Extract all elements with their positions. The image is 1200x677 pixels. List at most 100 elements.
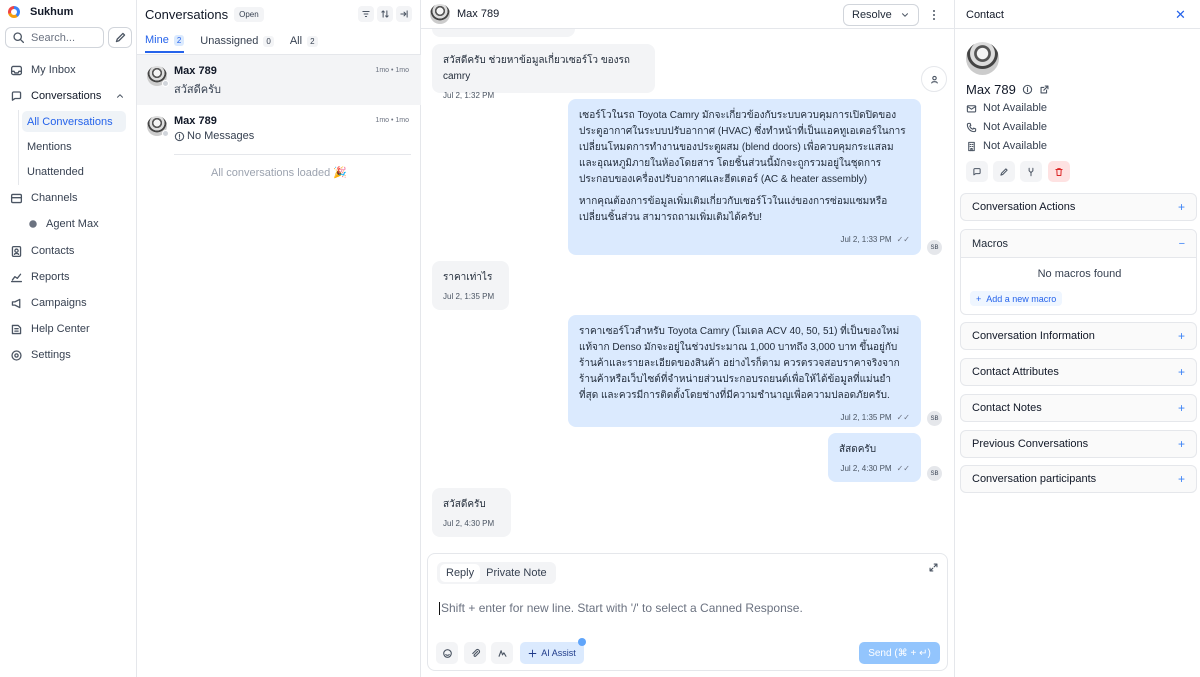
status-badge[interactable]: Open bbox=[234, 7, 264, 22]
info-icon[interactable] bbox=[1022, 84, 1033, 95]
contact-name: Max 789 bbox=[174, 65, 217, 77]
nav-label: Help Center bbox=[31, 323, 90, 335]
ai-assist-button[interactable]: AI Assist bbox=[520, 642, 584, 664]
nav-label: My Inbox bbox=[31, 64, 76, 76]
message-time: Jul 2, 1:35 PM bbox=[840, 413, 892, 422]
expand-button[interactable] bbox=[928, 562, 939, 573]
nav-label: Agent Max bbox=[46, 218, 99, 230]
section-conversation-information[interactable]: Conversation Information + bbox=[960, 322, 1197, 350]
add-macro-label: Add a new macro bbox=[986, 293, 1057, 304]
plus-icon: + bbox=[1177, 472, 1185, 486]
nav-unattended[interactable]: Unattended bbox=[22, 161, 126, 182]
nav-help-center[interactable]: Help Center bbox=[0, 318, 137, 340]
collapse-icon bbox=[400, 10, 408, 18]
nav-agent-max[interactable]: Agent Max bbox=[0, 213, 137, 235]
nav-campaigns[interactable]: Campaigns bbox=[0, 292, 137, 314]
filter-button[interactable] bbox=[358, 6, 374, 22]
edit-contact-button[interactable] bbox=[993, 161, 1015, 182]
nav-settings[interactable]: Settings bbox=[0, 344, 137, 366]
section-previous-conversations[interactable]: Previous Conversations + bbox=[960, 430, 1197, 458]
subnav-line bbox=[18, 110, 19, 185]
delete-contact-button[interactable] bbox=[1048, 161, 1070, 182]
search-icon bbox=[13, 32, 25, 44]
message-text: เซอร์โวในรถ Toyota Camry มักจะเกี่ยวข้อง… bbox=[579, 110, 906, 185]
send-button[interactable]: Send (⌘ + ↵) bbox=[859, 642, 940, 664]
section-conversation-participants[interactable]: Conversation participants + bbox=[960, 465, 1197, 493]
section-conversation-actions[interactable]: Conversation Actions + bbox=[960, 193, 1197, 221]
conversation-item[interactable]: Max 789 สวัสดีครับ 1mo • 1mo bbox=[137, 55, 421, 105]
nav-conversations[interactable]: Conversations bbox=[0, 85, 137, 107]
tab-label: Unassigned bbox=[200, 35, 259, 47]
message-text: ราคาเท่าไร bbox=[443, 272, 493, 283]
presence-dot bbox=[162, 130, 169, 137]
collapse-button[interactable] bbox=[396, 6, 412, 22]
message-meta: Jul 2, 4:30 PM bbox=[443, 516, 500, 532]
message-input[interactable]: Shift + enter for new line. Start with '… bbox=[439, 601, 803, 616]
tab-unassigned[interactable]: Unassigned 0 bbox=[200, 34, 274, 53]
nav-label: Conversations bbox=[31, 90, 102, 102]
signature-button[interactable] bbox=[491, 642, 513, 664]
book-icon bbox=[11, 324, 22, 334]
tab-private-note[interactable]: Private Note bbox=[480, 564, 553, 582]
tab-reply[interactable]: Reply bbox=[440, 564, 481, 582]
close-icon[interactable]: ✕ bbox=[1175, 7, 1186, 23]
section-contact-attributes[interactable]: Contact Attributes + bbox=[960, 358, 1197, 386]
nav-my-inbox[interactable]: My Inbox bbox=[0, 59, 137, 81]
compose-button[interactable] bbox=[108, 27, 132, 48]
tab-count: 0 bbox=[263, 35, 274, 47]
message-preview-row: No Messages bbox=[174, 130, 254, 142]
sort-icon bbox=[381, 10, 389, 18]
nav-mentions[interactable]: Mentions bbox=[22, 136, 126, 157]
user-icon bbox=[930, 75, 938, 83]
tab-all[interactable]: All 2 bbox=[290, 34, 318, 53]
attach-button[interactable] bbox=[464, 642, 486, 664]
chat-bubble-icon bbox=[11, 90, 22, 101]
contact-details-toggle[interactable] bbox=[921, 66, 947, 92]
message-outgoing: เซอร์โวในรถ Toyota Camry มักจะเกี่ยวข้อง… bbox=[568, 99, 921, 255]
chat-contact-name[interactable]: Max 789 bbox=[457, 8, 499, 20]
tab-mine[interactable]: Mine 2 bbox=[145, 34, 185, 53]
message-incoming: ราคาเท่าไร Jul 2, 1:35 PM bbox=[432, 261, 509, 310]
section-title: Contact Notes bbox=[972, 402, 1042, 414]
contact-name-row: Max 789 bbox=[966, 82, 1050, 97]
add-macro-button[interactable]: + Add a new macro bbox=[970, 291, 1063, 306]
merge-contact-button[interactable] bbox=[1020, 161, 1042, 182]
agent-avatar: SB bbox=[927, 411, 942, 426]
contact-company: Not Available bbox=[966, 140, 1047, 152]
sparkle-icon bbox=[528, 649, 537, 657]
list-header: Conversations Open bbox=[145, 7, 264, 22]
macros-header[interactable]: Macros − bbox=[961, 230, 1196, 258]
input-placeholder: Shift + enter for new line. Start with '… bbox=[441, 601, 803, 615]
message-preview: สวัสดีครับ bbox=[174, 84, 221, 96]
account-name: Sukhum bbox=[30, 6, 74, 18]
search-box[interactable]: Search... bbox=[5, 27, 104, 48]
message-time: Jul 2, 1:33 PM bbox=[840, 235, 892, 244]
section-title: Macros bbox=[972, 237, 1009, 250]
section-title: Contact Attributes bbox=[972, 366, 1059, 378]
more-options-button[interactable] bbox=[928, 8, 940, 22]
nav-reports[interactable]: Reports bbox=[0, 266, 137, 288]
nav-contacts[interactable]: Contacts bbox=[0, 240, 137, 262]
phone-icon bbox=[966, 122, 977, 132]
conversation-item[interactable]: Max 789 No Messages 1mo • 1mo bbox=[137, 105, 421, 155]
contact-name: Max 789 bbox=[174, 115, 217, 127]
emoji-button[interactable] bbox=[436, 642, 458, 664]
avatar[interactable] bbox=[430, 4, 450, 24]
section-contact-notes[interactable]: Contact Notes + bbox=[960, 394, 1197, 422]
sort-button[interactable] bbox=[377, 6, 393, 22]
sidebar: Sukhum Search... My Inbox Conversations … bbox=[0, 0, 137, 677]
chat-bubble-icon bbox=[973, 167, 981, 175]
nav-all-conversations[interactable]: All Conversations bbox=[22, 111, 126, 132]
notification-dot bbox=[578, 638, 586, 646]
nav-label: All Conversations bbox=[27, 115, 113, 128]
resolve-button[interactable]: Resolve bbox=[843, 4, 919, 26]
presence-dot bbox=[162, 80, 169, 87]
megaphone-icon bbox=[11, 298, 21, 308]
contact-name: Max 789 bbox=[966, 82, 1016, 97]
new-message-button[interactable] bbox=[966, 161, 988, 182]
account-switcher[interactable]: Sukhum bbox=[8, 6, 73, 18]
message-meta: Jul 2, 1:33 PM ✓✓ bbox=[579, 232, 910, 248]
external-link-icon[interactable] bbox=[1039, 84, 1050, 95]
message-meta: Jul 2, 1:35 PM ✓✓ bbox=[579, 410, 910, 426]
nav-channels[interactable]: Channels bbox=[0, 187, 137, 209]
